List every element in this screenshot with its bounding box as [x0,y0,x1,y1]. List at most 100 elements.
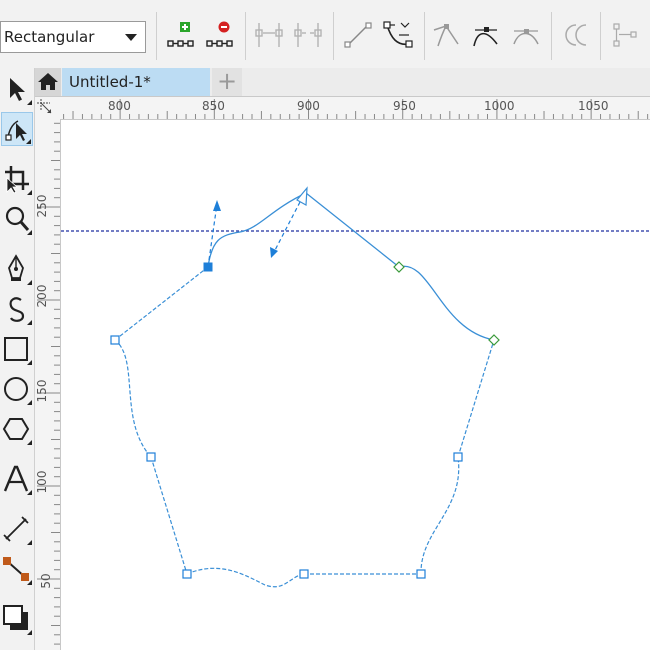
zoom-tool[interactable] [1,202,33,236]
path-segment[interactable] [457,339,495,458]
chevron-down-icon[interactable] [125,34,137,41]
selection-mode-dropdown[interactable]: Rectangular [0,21,146,53]
property-bar: Rectangular [0,0,650,69]
rectangle-tool[interactable] [1,332,33,366]
ellipse-tool[interactable] [1,372,33,406]
symmetrical-node-button[interactable] [509,18,543,52]
drawing-canvas[interactable] [61,120,650,650]
reverse-direction-button[interactable] [559,18,593,52]
selection-mode-value: Rectangular [4,28,95,46]
toolbar-separator [424,12,425,60]
control-handles[interactable] [207,201,301,268]
join-nodes-icon [255,23,283,47]
path-segment[interactable] [420,456,460,575]
path-segment[interactable] [207,192,307,268]
cusp-node-button[interactable] [430,18,464,52]
ruler-label: 100 [35,470,49,494]
add-document-button[interactable]: + [212,68,242,96]
control-handle-arrow-icon[interactable] [270,247,278,258]
add-node-button[interactable] [164,18,198,52]
document-tab-label: Untitled-1* [69,73,151,91]
to-line-icon [344,22,372,48]
ruler-label: 850 [202,99,225,113]
path-node[interactable] [182,569,192,579]
path-node[interactable] [453,452,463,462]
path-segment[interactable] [114,339,152,458]
smooth-node-button[interactable] [469,18,503,52]
text-tool[interactable] [1,462,33,496]
polygon-tool[interactable] [1,412,33,446]
flyout-indicator [27,580,32,585]
to-curve-button[interactable] [381,18,415,52]
flyout-indicator [27,280,32,285]
control-handle-line[interactable] [207,203,218,268]
path-node[interactable] [416,569,426,579]
flyout-indicator [27,630,32,635]
horizontal-ruler[interactable]: 800 850 900 950 1000 1050 [60,97,650,120]
path-node[interactable] [146,452,156,462]
ruler-label: 250 [35,194,49,218]
cusp-node-icon [433,24,459,47]
flyout-indicator [27,360,32,365]
drawing-surface [61,186,650,588]
control-handle-arrow-icon[interactable] [213,200,221,211]
selected-node[interactable] [203,262,213,272]
ruler-label: 200 [35,284,49,308]
ruler-label: 50 [39,573,53,589]
curve-path[interactable] [114,266,495,588]
vertical-ruler[interactable]: 250 200 150 100 50 [35,119,61,650]
welcome-tab[interactable] [35,68,61,96]
break-curve-icon [294,23,322,47]
flyout-indicator [27,100,32,105]
smooth-node-icon [473,27,498,47]
ruler-label: 1000 [484,99,515,113]
tab-untitled-1[interactable]: Untitled-1* [62,68,210,96]
plus-icon: + [216,67,238,95]
flyout-indicator [27,230,32,235]
ruler-label: 1050 [578,99,609,113]
end-node[interactable] [488,334,500,346]
flyout-indicator [27,400,32,405]
flyout-indicator [27,190,32,195]
horizontal-ruler-ticks [63,99,649,119]
ruler-label: 800 [108,99,131,113]
selected-path[interactable] [207,192,495,341]
delete-node-icon [206,21,233,47]
artistic-media-tool[interactable] [1,292,33,326]
flyout-indicator [26,139,31,144]
toolbar-separator [245,12,246,60]
connector-tool[interactable] [1,552,33,586]
drop-shadow-tool[interactable] [1,602,33,636]
add-node-icon [167,22,194,47]
flyout-indicator [27,490,32,495]
ruler-origin[interactable] [35,97,60,119]
path-node[interactable] [110,335,120,345]
break-curve-button[interactable] [291,18,325,52]
path-node[interactable] [299,569,309,579]
toolbar-separator [551,12,552,60]
pick-tool[interactable] [1,72,33,106]
path-segment[interactable] [114,266,209,341]
toolbar-separator [600,12,601,60]
toolbar-separator [333,12,334,60]
dimension-tool[interactable] [1,512,33,546]
flyout-indicator [27,440,32,445]
shape-tool[interactable] [1,112,33,146]
crop-tool[interactable] [1,162,33,196]
path-segment[interactable] [305,192,400,268]
path-nodes[interactable] [110,261,500,579]
toolbox [0,68,35,650]
ruler-label: 950 [393,99,416,113]
path-segment[interactable] [150,456,188,575]
join-nodes-button[interactable] [252,18,286,52]
to-line-button[interactable] [341,18,375,52]
flyout-indicator [27,320,32,325]
app-window: Rectangular Untitled-1* + 800 850 900 95… [0,0,650,650]
delete-node-button[interactable] [203,18,237,52]
extract-subpath-button[interactable] [609,18,643,52]
pen-tool[interactable] [1,252,33,286]
path-segment[interactable] [186,567,305,588]
ruler-label: 900 [297,99,320,113]
ruler-label: 150 [35,379,49,403]
path-segment[interactable] [398,265,495,341]
